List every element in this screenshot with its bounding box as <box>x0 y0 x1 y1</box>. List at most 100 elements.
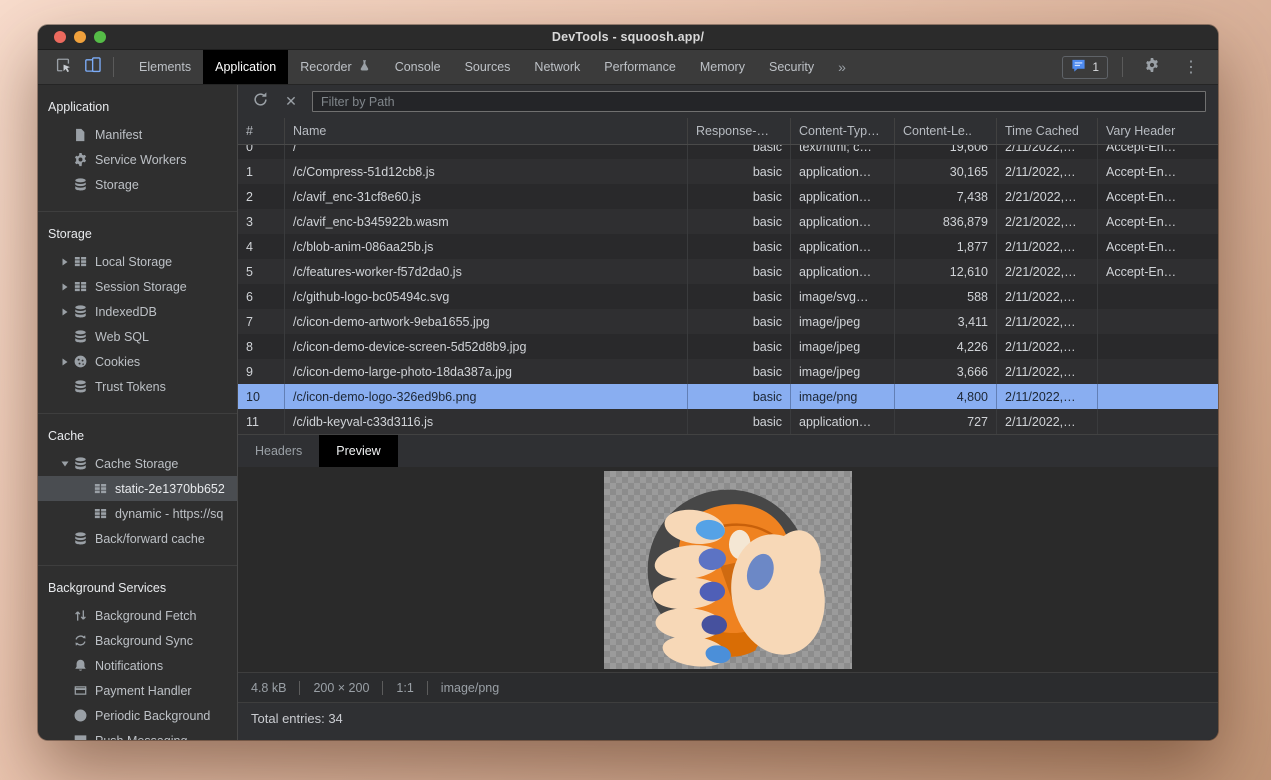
table-row[interactable]: 2/c/avif_enc-31cf8e60.jsbasicapplication… <box>238 184 1218 209</box>
total-entries-label: Total entries: 34 <box>251 711 343 726</box>
tab-performance[interactable]: Performance <box>592 50 688 84</box>
more-tabs-button[interactable]: » <box>826 59 858 75</box>
sidebar-item-periodic-background[interactable]: Periodic Background <box>38 703 237 728</box>
column-header-content-le[interactable]: Content-Le.. <box>895 118 997 144</box>
sidebar-item-session-storage[interactable]: Session Storage <box>38 274 237 299</box>
column-header-response[interactable]: Response-… <box>688 118 791 144</box>
sidebar-item-dynamic-https-sq[interactable]: dynamic - https://sq <box>38 501 237 526</box>
sidebar-item-cache-storage[interactable]: Cache Storage <box>38 451 237 476</box>
sidebar-item-label: Local Storage <box>95 255 172 269</box>
sidebar-item-back-forward-cache[interactable]: Back/forward cache <box>38 526 237 551</box>
cell-content_type: application… <box>791 184 895 209</box>
table-row[interactable]: 6/c/github-logo-bc05494c.svgbasicimage/s… <box>238 284 1218 309</box>
cell-response_type: basic <box>688 159 791 184</box>
zoom-window-button[interactable] <box>94 31 106 43</box>
table-row[interactable]: 10/c/icon-demo-logo-326ed9b6.pngbasicima… <box>238 384 1218 409</box>
tab-sources[interactable]: Sources <box>453 50 523 84</box>
tab-recorder[interactable]: Recorder <box>288 50 382 84</box>
window-titlebar[interactable]: DevTools - squoosh.app/ <box>38 25 1218 50</box>
cell-name: /c/idb-keyval-c33d3116.js <box>285 409 688 434</box>
table-row[interactable]: 7/c/icon-demo-artwork-9eba1655.jpgbasici… <box>238 309 1218 334</box>
preview-image-card <box>604 471 852 669</box>
refresh-button[interactable] <box>250 92 270 112</box>
filter-by-path-input[interactable] <box>312 91 1206 112</box>
message-icon <box>72 733 88 741</box>
cell-time_cached: 2/11/2022,… <box>997 284 1098 309</box>
sidebar-item-trust-tokens[interactable]: Trust Tokens <box>38 374 237 399</box>
triangle-right-icon[interactable] <box>58 358 72 366</box>
sidebar-item-label: Notifications <box>95 659 163 673</box>
toolbar-right-group: 1 ⋮ <box>1062 53 1218 81</box>
sidebar-item-cookies[interactable]: Cookies <box>38 349 237 374</box>
cell-response_type: basic <box>688 284 791 309</box>
table-row[interactable]: 11/c/idb-keyval-c33d3116.jsbasicapplicat… <box>238 409 1218 434</box>
sidebar-item-service-workers[interactable]: Service Workers <box>38 147 237 172</box>
cell-content_length: 30,165 <box>895 159 997 184</box>
sidebar-item-web-sql[interactable]: Web SQL <box>38 324 237 349</box>
sidebar-item-notifications[interactable]: Notifications <box>38 653 237 678</box>
triangle-down-icon[interactable] <box>58 460 72 468</box>
sidebar-item-background-sync[interactable]: Background Sync <box>38 628 237 653</box>
cell-num: 5 <box>238 259 285 284</box>
table-row[interactable]: 3/c/avif_enc-b345922b.wasmbasicapplicati… <box>238 209 1218 234</box>
cell-content_length: 588 <box>895 284 997 309</box>
cell-response_type: basic <box>688 209 791 234</box>
tab-memory[interactable]: Memory <box>688 50 757 84</box>
sidebar-item-storage[interactable]: Storage <box>38 172 237 197</box>
cell-content_type: application… <box>791 234 895 259</box>
detail-tab-preview[interactable]: Preview <box>319 435 397 467</box>
sidebar-section-storage: StorageLocal StorageSession StorageIndex… <box>38 211 237 413</box>
gear-icon <box>72 152 88 168</box>
detail-tab-headers[interactable]: Headers <box>238 435 319 467</box>
cell-name: /c/avif_enc-b345922b.wasm <box>285 209 688 234</box>
table-row[interactable]: 5/c/features-worker-f57d2da0.jsbasicappl… <box>238 259 1218 284</box>
cell-content_type: application… <box>791 159 895 184</box>
triangle-right-icon[interactable] <box>58 308 72 316</box>
triangle-right-icon[interactable] <box>58 258 72 266</box>
sidebar-item-label: Cache Storage <box>95 457 178 471</box>
device-toolbar-button[interactable] <box>78 53 108 81</box>
sidebar-item-static-2e1370bb652[interactable]: static-2e1370bb652 <box>38 476 237 501</box>
tab-application[interactable]: Application <box>203 50 288 84</box>
sidebar-item-indexeddb[interactable]: IndexedDB <box>38 299 237 324</box>
delete-selected-button[interactable]: ✕ <box>281 92 301 112</box>
column-header-time-cached[interactable]: Time Cached <box>997 118 1098 144</box>
table-row[interactable]: 1/c/Compress-51d12cb8.jsbasicapplication… <box>238 159 1218 184</box>
desktop-background: { "colors": { "accent_blue": "#7cacf8", … <box>0 0 1271 780</box>
column-header-name[interactable]: Name <box>285 118 688 144</box>
column-header-vary-header[interactable]: Vary Header <box>1098 118 1218 144</box>
sidebar-item-manifest[interactable]: Manifest <box>38 122 237 147</box>
tab-security[interactable]: Security <box>757 50 826 84</box>
table-row[interactable]: 8/c/icon-demo-device-screen-5d52d8b9.jpg… <box>238 334 1218 359</box>
table-row[interactable]: 4/c/blob-anim-086aa25b.jsbasicapplicatio… <box>238 234 1218 259</box>
tab-console[interactable]: Console <box>383 50 453 84</box>
table-icon <box>92 481 108 497</box>
inspect-element-button[interactable] <box>48 53 78 81</box>
table-icon <box>92 506 108 522</box>
more-options-button[interactable]: ⋮ <box>1176 53 1206 81</box>
sidebar-item-local-storage[interactable]: Local Storage <box>38 249 237 274</box>
tab-elements[interactable]: Elements <box>127 50 203 84</box>
sidebar-item-payment-handler[interactable]: Payment Handler <box>38 678 237 703</box>
gear-icon <box>1144 57 1160 78</box>
sidebar-item-background-fetch[interactable]: Background Fetch <box>38 603 237 628</box>
triangle-right-icon[interactable] <box>58 283 72 291</box>
sidebar-item-label: Session Storage <box>95 280 187 294</box>
cell-time_cached: 2/11/2022,… <box>997 234 1098 259</box>
devtools-main: ApplicationManifestService WorkersStorag… <box>38 85 1218 740</box>
table-row[interactable]: 0/basictext/html; c…19,6062/11/2022,…Acc… <box>238 145 1218 159</box>
tab-label: Network <box>534 60 580 74</box>
minimize-window-button[interactable] <box>74 31 86 43</box>
cell-time_cached: 2/11/2022,… <box>997 309 1098 334</box>
tab-network[interactable]: Network <box>522 50 592 84</box>
cell-name: /c/github-logo-bc05494c.svg <box>285 284 688 309</box>
column-header-[interactable]: # <box>238 118 285 144</box>
tab-label: Performance <box>604 60 676 74</box>
settings-button[interactable] <box>1137 53 1167 81</box>
column-header-content-typ[interactable]: Content-Typ… <box>791 118 895 144</box>
cell-content_type: image/svg… <box>791 284 895 309</box>
table-row[interactable]: 9/c/icon-demo-large-photo-18da387a.jpgba… <box>238 359 1218 384</box>
sidebar-item-push-messaging[interactable]: Push Messaging <box>38 728 237 740</box>
issues-counter-button[interactable]: 1 <box>1062 56 1108 79</box>
close-window-button[interactable] <box>54 31 66 43</box>
